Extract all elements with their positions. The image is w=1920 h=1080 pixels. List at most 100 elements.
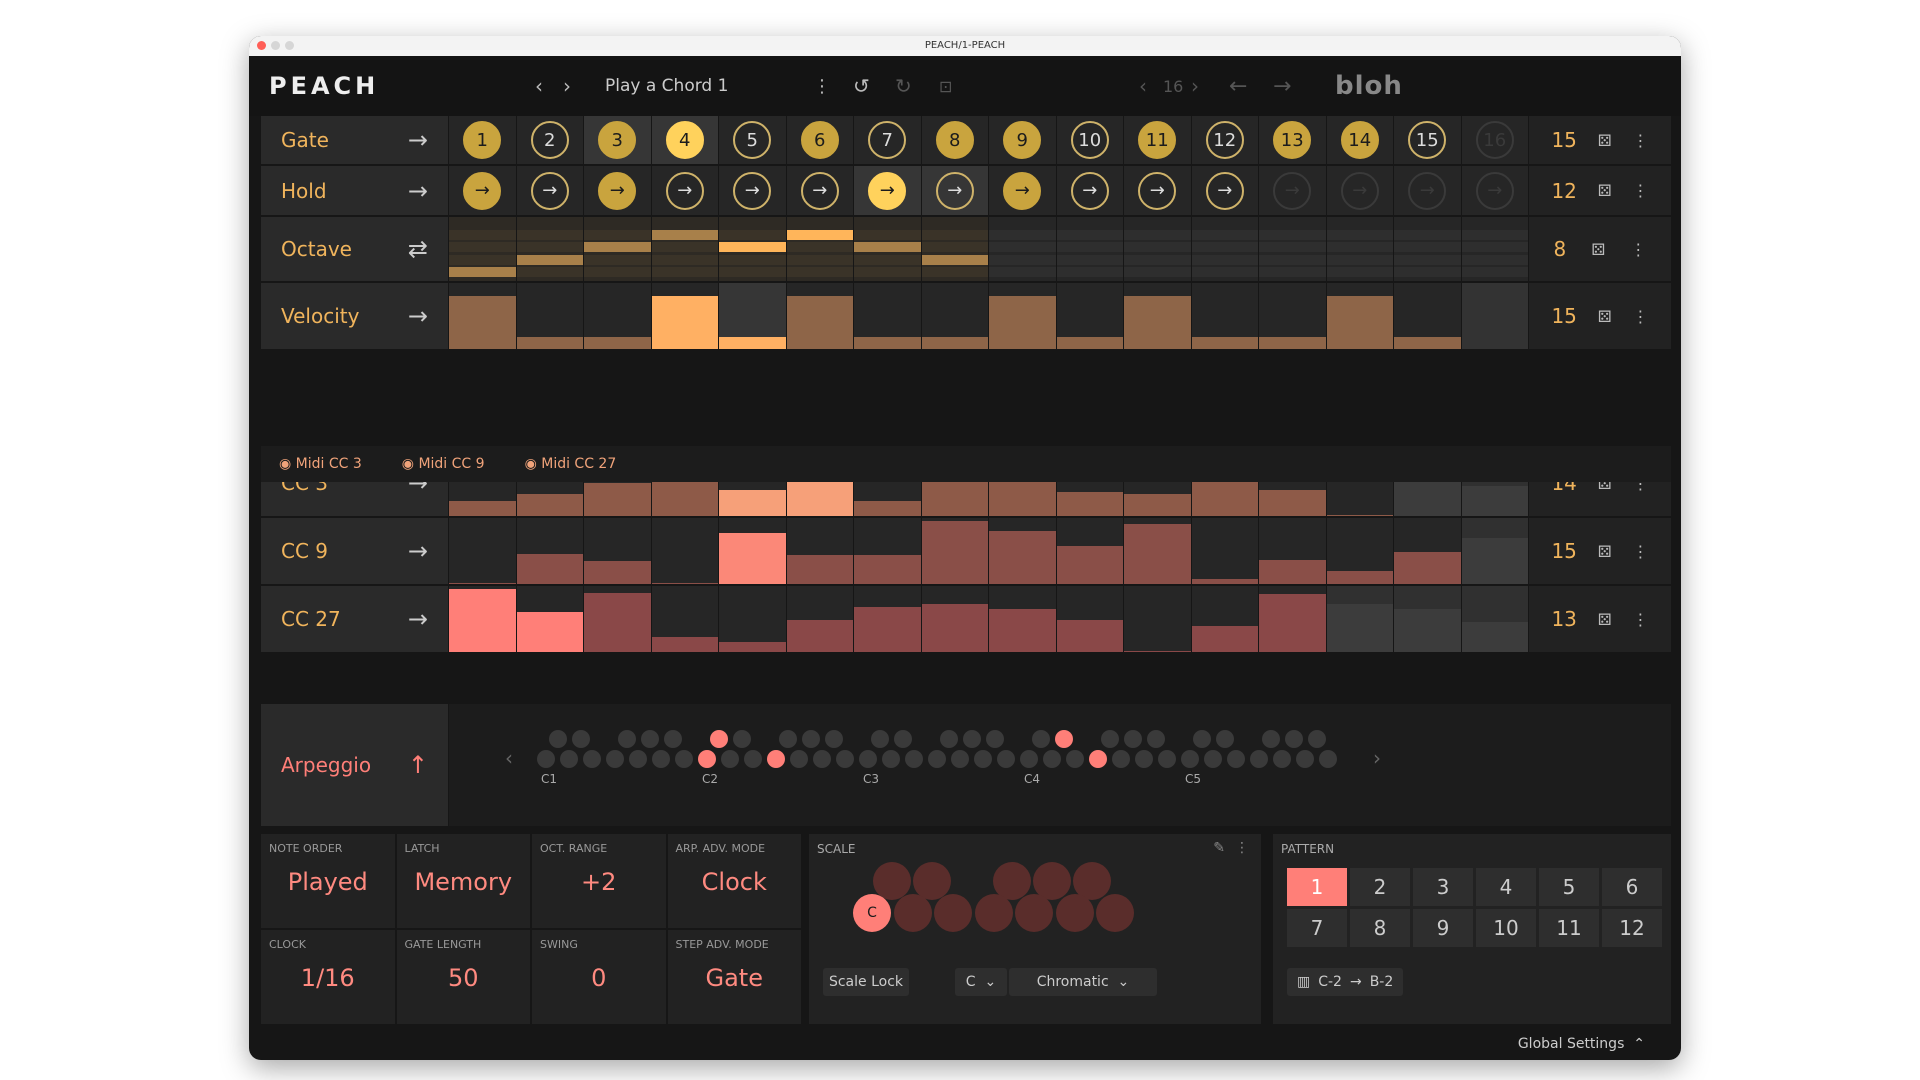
octave-step[interactable] [1191,217,1259,281]
cc-legend-item[interactable]: ◉ Midi CC 3 [279,456,362,472]
white-key[interactable] [560,750,578,768]
scale-white-note[interactable] [1055,894,1094,932]
hold-arrow-icon[interactable]: → [665,171,704,210]
hold-step[interactable]: → [719,166,787,215]
hold-arrow-icon[interactable]: → [1340,171,1379,210]
hold-step[interactable]: → [854,166,922,215]
octave-step[interactable] [1394,217,1462,281]
velocity-step[interactable] [854,283,922,349]
cc9-step[interactable] [584,518,652,584]
scale-white-note[interactable] [1096,894,1134,932]
gate-step-button[interactable]: 6 [800,121,839,159]
black-key[interactable] [893,730,912,748]
gate-step-button[interactable]: 16 [1475,121,1514,159]
hold-step[interactable]: → [1056,166,1124,215]
black-key[interactable] [824,730,843,748]
cc27-menu-icon[interactable]: ⋮ [1633,610,1649,629]
gate-step[interactable]: 10 [1056,116,1124,164]
hold-arrow-icon[interactable]: → [530,171,569,210]
cc9-step[interactable] [1056,518,1124,584]
hold-step[interactable]: → [1191,166,1259,215]
velocity-step[interactable] [584,283,652,349]
hold-arrow-icon[interactable]: → [598,171,637,210]
octave-step[interactable] [651,217,719,281]
white-key[interactable] [882,750,900,768]
white-key[interactable] [744,750,762,768]
scale-white-note[interactable]: C [853,894,891,932]
param-oct-range[interactable]: OCT. RANGE +2 [532,834,666,928]
pattern-slot[interactable]: 11 [1539,909,1599,947]
black-key[interactable] [962,730,981,748]
white-key[interactable] [606,750,624,768]
white-key[interactable] [652,750,670,768]
cc27-step[interactable] [854,586,922,652]
pattern-slot[interactable]: 7 [1287,909,1347,947]
gate-step-button[interactable]: 10 [1070,121,1109,159]
cc9-randomize-dice-icon[interactable]: ⚄ [1598,542,1612,561]
gate-step-button[interactable]: 4 [665,121,704,159]
cc9-step[interactable] [719,518,787,584]
eye-icon[interactable]: ◉ [402,456,414,472]
cc9-step[interactable] [786,518,854,584]
black-key[interactable] [1054,730,1073,748]
pattern-slot[interactable]: 3 [1413,868,1473,906]
key-select[interactable]: C ⌄ [955,968,1007,996]
arrow-right-icon[interactable]: → [408,537,428,565]
octave-step[interactable] [449,217,517,281]
cc9-step[interactable] [1326,518,1394,584]
black-key[interactable] [709,730,728,748]
cc9-step[interactable] [854,518,922,584]
black-key[interactable] [640,730,659,748]
velocity-randomize-dice-icon[interactable]: ⚄ [1598,307,1612,326]
close-window-button[interactable] [257,41,266,50]
pattern-slot[interactable]: 2 [1350,868,1410,906]
hold-step[interactable]: → [651,166,719,215]
octave-step[interactable] [1056,217,1124,281]
black-key[interactable] [939,730,958,748]
gate-step[interactable]: 15 [1394,116,1462,164]
hold-randomize-dice-icon[interactable]: ⚄ [1598,181,1612,200]
pattern-slot[interactable]: 12 [1602,909,1662,947]
velocity-step[interactable] [651,283,719,349]
black-key[interactable] [1031,730,1050,748]
pattern-slot[interactable]: 4 [1476,868,1536,906]
redo-icon[interactable]: ↻ [895,56,912,116]
param-step-adv-mode[interactable]: STEP ADV. MODE Gate [667,930,801,1024]
white-key[interactable] [629,750,647,768]
arrow-right-icon[interactable]: → [408,302,428,330]
white-key[interactable] [1089,750,1107,768]
minimize-window-button[interactable] [271,41,280,50]
octave-step[interactable] [516,217,584,281]
hold-step[interactable]: → [1259,166,1327,215]
pattern-slot[interactable]: 8 [1350,909,1410,947]
cc27-step[interactable] [786,586,854,652]
hold-arrow-icon[interactable]: → [1205,171,1244,210]
prev-preset-chevron-icon[interactable]: ‹ [535,56,543,116]
white-key[interactable] [1273,750,1291,768]
white-key[interactable] [537,750,555,768]
gate-step[interactable]: 2 [516,116,584,164]
white-key[interactable] [1296,750,1314,768]
cc9-menu-icon[interactable]: ⋮ [1633,542,1649,561]
cc9-label[interactable]: CC 9 → [261,518,449,584]
velocity-step[interactable] [449,283,517,349]
octave-step[interactable] [1124,217,1192,281]
lock-icon[interactable]: ⊡ [939,56,952,116]
cc9-step[interactable] [1394,518,1462,584]
cc9-step[interactable] [516,518,584,584]
black-key[interactable] [1146,730,1165,748]
gate-step[interactable]: 11 [1124,116,1192,164]
hold-arrow-icon[interactable]: → [1003,171,1042,210]
black-key[interactable] [1307,730,1326,748]
cc27-randomize-dice-icon[interactable]: ⚄ [1598,610,1612,629]
pattern-slot[interactable]: 10 [1476,909,1536,947]
gate-step[interactable]: 4 [651,116,719,164]
velocity-menu-icon[interactable]: ⋮ [1633,307,1649,326]
cc9-step[interactable] [1191,518,1259,584]
white-key[interactable] [813,750,831,768]
velocity-step[interactable] [1259,283,1327,349]
eye-icon[interactable]: ◉ [279,456,291,472]
white-key[interactable] [1227,750,1245,768]
arpeggio-label[interactable]: Arpeggio ↑ [261,704,449,826]
white-key[interactable] [928,750,946,768]
